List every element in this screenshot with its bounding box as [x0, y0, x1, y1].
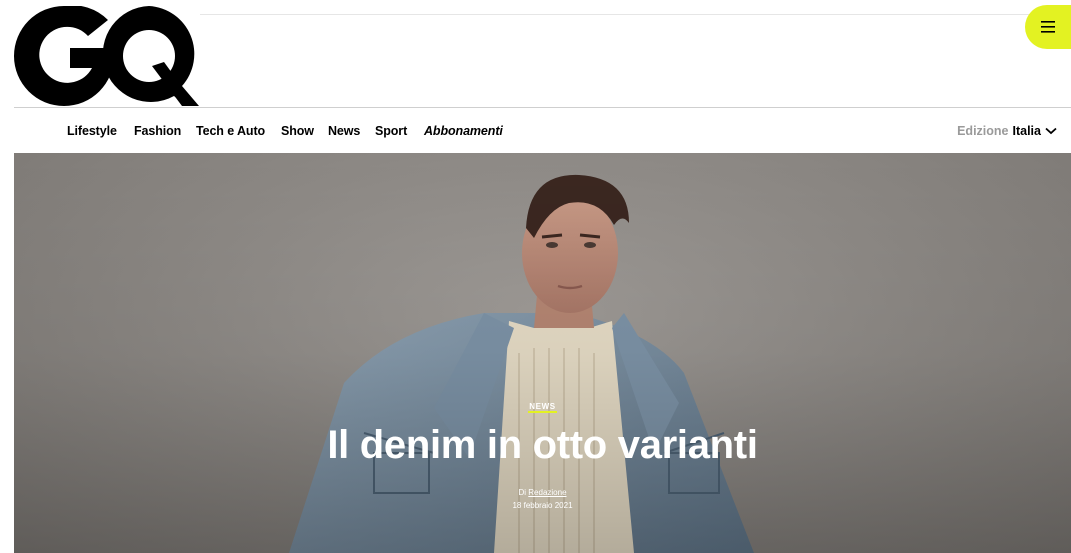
- edition-value[interactable]: Italia: [1013, 124, 1042, 138]
- article-headline[interactable]: Il denim in otto varianti: [14, 423, 1071, 468]
- header-top-line: [200, 14, 1071, 15]
- chevron-down-icon[interactable]: [1045, 127, 1057, 135]
- article-byline: Di Redazione: [14, 488, 1071, 497]
- nav-item-sport[interactable]: Sport: [375, 124, 407, 138]
- edition-label: Edizione: [957, 124, 1009, 138]
- nav-item-lifestyle[interactable]: Lifestyle: [67, 124, 117, 138]
- gq-logo[interactable]: [14, 6, 199, 106]
- category-link[interactable]: NEWS: [528, 402, 557, 413]
- hamburger-menu-icon: [1041, 21, 1055, 33]
- nav-item-abbonamenti[interactable]: Abbonamenti: [424, 124, 503, 138]
- article-date: 18 febbraio 2021: [512, 501, 573, 510]
- site-header: [0, 0, 1071, 108]
- menu-button[interactable]: [1025, 5, 1071, 49]
- edition-selector[interactable]: Edizione Italia: [957, 124, 1057, 138]
- byline-prefix: Di: [518, 488, 527, 497]
- nav-item-show[interactable]: Show: [281, 124, 314, 138]
- nav-item-fashion[interactable]: Fashion: [134, 124, 181, 138]
- author-link[interactable]: Redazione: [528, 488, 566, 497]
- hero-article[interactable]: NEWS Il denim in otto varianti Di Redazi…: [14, 153, 1071, 553]
- article-category: NEWS: [14, 402, 1071, 413]
- main-navigation: Lifestyle Fashion Tech e Auto Show News …: [0, 108, 1071, 153]
- nav-item-news[interactable]: News: [328, 124, 360, 138]
- nav-item-tech-e-auto[interactable]: Tech e Auto: [196, 124, 265, 138]
